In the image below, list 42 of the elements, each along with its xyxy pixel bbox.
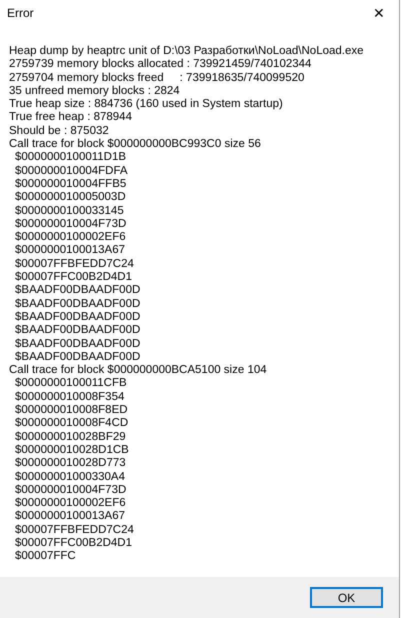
address-line: $BAADF00DBAADF00D bbox=[14, 338, 140, 351]
address-line: $000000010028BF29 bbox=[14, 430, 126, 444]
message-line: 2759704 memory blocks freed : 739918635/740099520 bbox=[9, 72, 304, 85]
address-line: $000000010004FDFA bbox=[14, 164, 128, 178]
address-line: $BAADF00DBAADF00D bbox=[14, 350, 140, 364]
address-line: $000000010004FFB5 bbox=[14, 178, 126, 192]
address-line: $BAADF00DBAADF00D bbox=[14, 310, 140, 324]
address-line: $00007FFC bbox=[14, 550, 76, 564]
address-line: $BAADF00DBAADF00D bbox=[14, 324, 140, 338]
address-line: $BAADF00DBAADF00D bbox=[14, 284, 140, 298]
close-button[interactable]: ✕ bbox=[364, 2, 394, 24]
address-line: $00007FFBFEDD7C24 bbox=[14, 258, 134, 272]
address-line: $000000010008F8ED bbox=[14, 404, 128, 418]
message-line: Call trace for block $000000000BCA5100 size 104 bbox=[9, 364, 267, 378]
message-line: True heap size : 884736 (160 used in System startup) bbox=[9, 98, 283, 112]
address-line: $000000010028D1CB bbox=[14, 444, 129, 458]
address-line: $000000010008F4CD bbox=[14, 417, 128, 431]
address-line: $BAADF00DBAADF00D bbox=[14, 298, 140, 311]
address-line: $0000000100002EF6 bbox=[14, 497, 126, 510]
address-line: $0000000100013A67 bbox=[14, 510, 126, 524]
address-line: $00007FFBFEDD7C24 bbox=[14, 524, 134, 537]
message-line: 2759739 memory blocks allocated : 739921459/740102344 bbox=[9, 58, 312, 72]
ok-button[interactable]: OK bbox=[310, 587, 383, 608]
address-line: $0000000100013A67 bbox=[14, 244, 126, 258]
address-line: $00000001000330A4 bbox=[14, 470, 126, 484]
address-line: $00007FFC00B2D4D1 bbox=[14, 536, 132, 550]
message-line: Should be : 875032 bbox=[9, 124, 109, 138]
address-line: $000000010028D773 bbox=[14, 457, 126, 470]
window-title: Error bbox=[7, 5, 34, 22]
address-line: $0000000100011D1B bbox=[14, 151, 126, 165]
address-line: $000000010005003D bbox=[14, 191, 126, 205]
message-line: Call trace for block $000000000BC993C0 size 56 bbox=[9, 138, 261, 152]
address-line: $0000000100033145 bbox=[14, 204, 124, 218]
message-line: Heap dump by heaptrc unit of D:\03 Разработки\NoLoad\NoLoad.exe bbox=[9, 45, 364, 58]
message-line: 35 unfreed memory blocks : 2824 bbox=[9, 84, 180, 98]
address-line: $000000010008F354 bbox=[14, 390, 124, 404]
address-line: $000000010004F73D bbox=[14, 484, 126, 498]
address-line: $0000000100002EF6 bbox=[14, 231, 126, 244]
address-line: $000000010004F73D bbox=[14, 218, 126, 232]
address-line: $00007FFC00B2D4D1 bbox=[14, 271, 132, 284]
message-line: True free heap : 878944 bbox=[9, 111, 132, 125]
address-line: $0000000100011CFB bbox=[14, 377, 127, 391]
